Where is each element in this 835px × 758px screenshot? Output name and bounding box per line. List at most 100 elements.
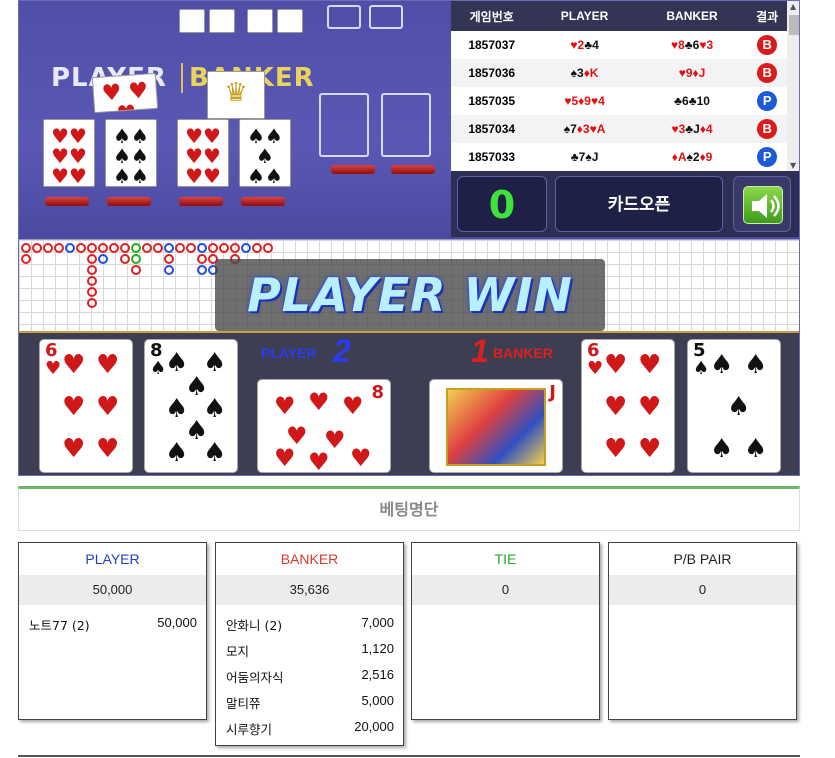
- bet-panel-total: 0: [412, 575, 599, 605]
- player-card-1: 6 ♥ ♥ ♥ ♥ ♥ ♥ ♥: [39, 339, 133, 473]
- road-marker: [32, 243, 42, 253]
- banker-hand-cell: ♥9♦J: [636, 59, 748, 87]
- bet-panel-pbpair: P/B PAIR 0: [608, 542, 797, 720]
- player-hand-cell: ♠3♦K: [532, 59, 637, 87]
- bettor-row: 안화니 (2) 7,000: [216, 609, 403, 635]
- bet-panel-title: P/B PAIR: [673, 551, 732, 567]
- results-scrollbar[interactable]: ▲ ▼: [787, 1, 799, 171]
- scroll-up-icon[interactable]: ▲: [790, 2, 796, 11]
- results-table: 게임번호 PLAYER BANKER 결과 1857037 ♥2♣4 ♥8♣6♥3 B…: [451, 1, 787, 171]
- label-divider: [181, 63, 183, 93]
- bottom-divider: [18, 755, 800, 757]
- player-hand-cell: ♥2♣4: [532, 31, 636, 59]
- road-marker: [164, 265, 174, 275]
- bet-amount: 1,120: [361, 641, 394, 656]
- results-header: 게임번호 PLAYER BANKER 결과: [451, 1, 787, 31]
- bet-panel-title: PLAYER: [85, 551, 140, 567]
- road-marker: [164, 243, 174, 253]
- card-token: ♥3: [699, 38, 714, 52]
- result-cell: B: [747, 115, 787, 143]
- bettor-name: 시루향기: [226, 722, 273, 737]
- banker-score: 1: [471, 333, 489, 369]
- card-token: ♥9: [678, 66, 693, 80]
- card-reveal-area: 6 ♥ ♥ ♥ ♥ ♥ ♥ ♥ 8 ♠ ♠ ♠ ♠ ♠ ♠ ♠ ♠ ♠ 8 ♥ ♥ ♥ ♥ ♥ ♥ ♥ ♥…: [19, 331, 799, 475]
- bettor-name: 노트77 (2): [29, 618, 90, 633]
- card-token: ♠J: [585, 150, 599, 164]
- card-tray: [179, 197, 223, 206]
- road-marker: [54, 243, 64, 253]
- card-token: ♣10: [688, 94, 710, 108]
- road-marker: [219, 243, 229, 253]
- table-card: ♥♥ ♥♥ ♥♥: [43, 119, 95, 187]
- road-marker: [21, 254, 31, 264]
- bet-amount: 50,000: [157, 615, 197, 630]
- card-token: ♦9: [699, 150, 713, 164]
- card-slot: [319, 93, 369, 157]
- bettor-row: 시루향기 20,000: [216, 713, 403, 739]
- road-marker: [197, 254, 207, 264]
- scroll-thumb[interactable]: [789, 15, 799, 35]
- road-marker: [197, 243, 207, 253]
- card-token: ♥2: [570, 38, 585, 52]
- road-marker: [263, 243, 273, 253]
- card-token: ♥5: [564, 94, 579, 108]
- card-token: ♣J: [685, 122, 700, 136]
- road-marker: [21, 243, 31, 253]
- player-hand-cell: ♣7♠J: [532, 143, 636, 171]
- road-marker: [87, 254, 97, 264]
- card-token: ♦K: [583, 66, 599, 80]
- card-token: ♥A: [589, 122, 606, 136]
- road-marker: [87, 287, 97, 297]
- card-token: ♣6: [674, 94, 689, 108]
- bet-amount: 20,000: [354, 719, 394, 734]
- card-token: ♣7: [570, 150, 586, 164]
- bet-panel-total: 0: [609, 575, 796, 605]
- player-hand-cell: ♥5♦9♥4: [532, 87, 636, 115]
- bettor-name: 모지: [226, 644, 250, 659]
- results-row: 1857035 ♥5♦9♥4 ♣6♣10 P: [451, 87, 787, 115]
- bet-amount: 7,000: [361, 615, 394, 630]
- card-tray: [241, 197, 285, 206]
- win-banner: PLAYER WIN: [215, 259, 605, 331]
- card-token: ♦4: [699, 122, 713, 136]
- result-cell: B: [747, 59, 787, 87]
- distant-card: [209, 9, 235, 33]
- results-row: 1857034 ♠7♦3♥A ♥3♣J♦4 B: [451, 115, 787, 143]
- card-token: ♦9: [578, 94, 591, 108]
- col-game-number: 게임번호: [451, 1, 533, 31]
- bet-panel-total: 50,000: [19, 575, 206, 605]
- sound-button[interactable]: [733, 176, 791, 232]
- face-card-art: [446, 388, 546, 466]
- table-card: ♥ ♥ ♥: [91, 72, 159, 114]
- road-marker: [87, 276, 97, 286]
- bet-amount: 2,516: [361, 667, 394, 682]
- game-number-cell: 1857034: [451, 115, 533, 143]
- result-cell: B: [747, 31, 787, 59]
- distant-card: [277, 9, 303, 33]
- road-marker: [164, 254, 174, 264]
- card-slot: [381, 93, 431, 157]
- card-token: ♦A: [671, 150, 687, 164]
- distant-card: [247, 9, 273, 33]
- player-score-label: PLAYER: [261, 345, 317, 361]
- road-marker: [43, 243, 53, 253]
- road-marker: [87, 243, 97, 253]
- bet-amount: 5,000: [361, 693, 394, 708]
- results-row: 1857033 ♣7♠J ♦A♠2♦9 P: [451, 143, 787, 171]
- banker-result-badge: B: [757, 63, 778, 83]
- road-marker: [208, 243, 218, 253]
- player-card-2: 8 ♠ ♠ ♠ ♠ ♠ ♠ ♠ ♠ ♠: [144, 339, 238, 473]
- road-marker: [230, 243, 240, 253]
- card-token: ♥8: [670, 38, 685, 52]
- road-marker: [142, 243, 152, 253]
- betting-list-title: 베팅명단: [18, 486, 800, 531]
- win-text: PLAYER WIN: [247, 268, 573, 322]
- player-result-badge: P: [757, 91, 778, 111]
- card-open-button[interactable]: 카드오픈: [555, 176, 723, 232]
- scroll-down-icon[interactable]: ▼: [790, 161, 796, 170]
- card-token: ♠2: [686, 150, 700, 164]
- bet-panel-total: 35,636: [216, 575, 403, 605]
- road-marker: [131, 265, 141, 275]
- road-marker: [87, 265, 97, 275]
- speaker-icon: [743, 186, 783, 224]
